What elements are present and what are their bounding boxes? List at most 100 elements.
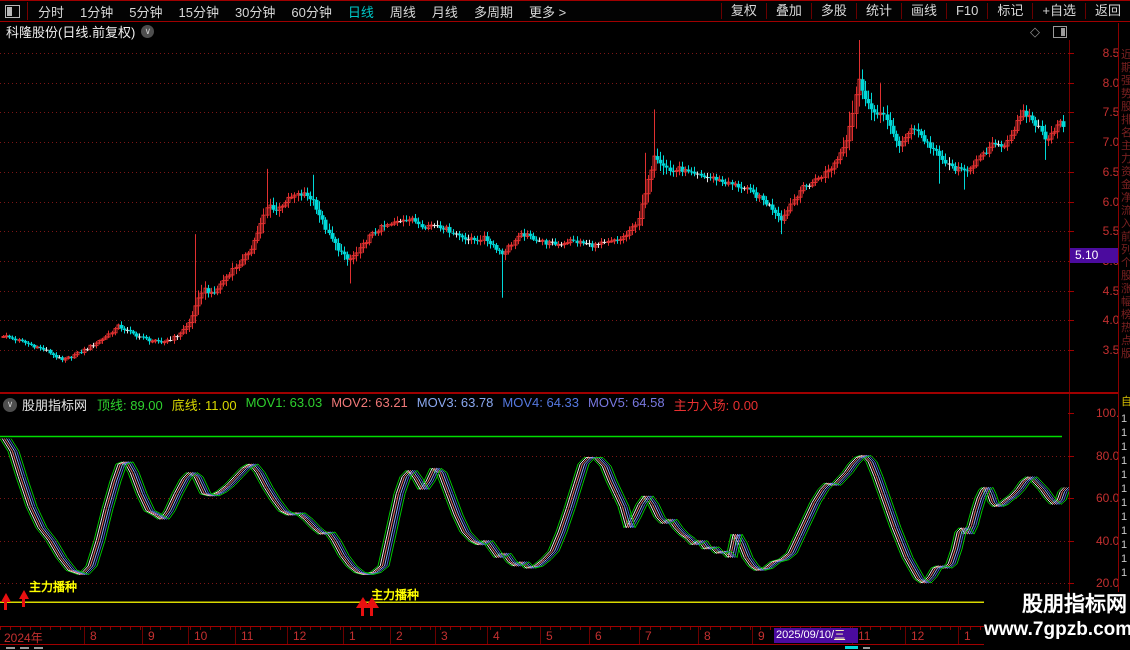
clipped-text-fragment: 涨 [1121,283,1130,295]
toolbar-item-分时[interactable]: 分时 [30,2,72,21]
month-label: 5 [546,629,553,643]
indicator-name: 股朋指标网 [22,398,88,413]
diamond-icon[interactable]: ◇ [1030,24,1040,40]
clipped-digit-fragment: 1 [1121,441,1128,453]
clipped-text-fragment: 股 [1121,101,1130,113]
clipped-digit-fragment: 1 [1121,511,1128,523]
indicator-param-MOV5: MOV5: 64.58 [588,395,665,410]
month-label: 8 [704,629,711,643]
window-panel-icon[interactable] [5,4,20,18]
month-label: 7 [645,629,652,643]
toolbar-item-更多 >[interactable]: 更多 > [521,2,574,21]
toolbar-item-15分钟[interactable]: 15分钟 [170,2,226,21]
toolbar-button-统计[interactable]: 统计 [855,3,901,19]
toolbar-button-画线[interactable]: 画线 [900,3,946,19]
toolbar-item-日线[interactable]: 日线 [340,2,382,21]
signal-label: 主力播种 [29,580,78,594]
clipped-text-fragment: 名 [1121,127,1130,139]
toolbar-button-复权[interactable]: 复权 [720,3,766,19]
toolbar-item-30分钟[interactable]: 30分钟 [227,2,283,21]
clipped-bottom-panel [0,645,1130,650]
chevron-down-icon[interactable] [141,25,155,38]
indicator-param-MOV3: MOV3: 63.78 [416,395,494,410]
month-separator [487,627,488,644]
month-separator [343,627,344,644]
month-separator [142,627,143,644]
watermark-url: www.7gpzb.com [984,619,1130,640]
watermark: 股朋指标网 www.7gpzb.com [984,592,1130,648]
clipped-digit-fragment: 1 [1121,553,1128,565]
time-axis: 2024年 8 9 10 11 12 1 2 3 4 5 6 7 8 9 11 12 1 2025/09/10/… [0,626,1069,645]
toolbar-button-多股[interactable]: 多股 [810,3,856,19]
signal-arrow-icon [365,597,379,608]
indicator-chart[interactable] [0,415,1069,626]
month-separator [435,627,436,644]
month-label: 4 [493,629,500,643]
watermark-site-name: 股朋指标网 [1022,593,1127,616]
indicator-chevron-icon[interactable] [3,397,17,412]
cursor-date: 2025/09/10/ [776,629,835,641]
toolbar-button-叠加[interactable]: 叠加 [765,3,811,19]
clipped-text-fragment: 列 [1121,244,1130,256]
clipped-digit-fragment: 1 [1121,483,1128,495]
clipped-text-fragment: 势 [1121,88,1130,100]
month-label: 9 [758,629,765,643]
clipped-text-fragment: 净 [1121,192,1130,204]
clipped-tab-fragment [845,646,858,649]
month-separator [540,627,541,644]
month-label: 2 [396,629,403,643]
toolbar-item-多周期[interactable]: 多周期 [466,2,521,21]
month-label: 3 [441,629,448,643]
candlestick-chart[interactable] [0,40,1069,392]
signal-arrow-stem [361,608,364,616]
toolbar-item-5分钟[interactable]: 5分钟 [121,2,170,21]
stock-title: 科隆股份(日线.前复权) [6,25,136,40]
indicator-param-顶线: 顶线: 89.00 [97,398,163,413]
clipped-digit-fragment: 1 [1121,469,1128,481]
clipped-text-fragment: 幅 [1121,296,1130,308]
month-label: 10 [194,629,208,643]
month-label: 9 [148,629,155,643]
toolbar-item-60分钟[interactable]: 60分钟 [283,2,339,21]
toolbar-button-+自选[interactable]: +自选 [1032,3,1085,19]
clipped-text-fragment: 点 [1121,335,1130,347]
cursor-weekday: 三 [834,629,846,641]
clipped-text-fragment: 期 [1121,62,1130,74]
period-toolbar: 分时 1分钟 5分钟 15分钟 30分钟 60分钟 日线 周线 月线 多周期 更多 > 复权 叠加 多股… [0,0,1130,22]
clipped-digit-fragment: 1 [1121,539,1128,551]
month-separator [390,627,391,644]
month-separator [639,627,640,644]
signal-arrow-stem [22,599,25,607]
clipped-text-fragment: 个 [1121,257,1130,269]
month-separator [958,627,959,644]
clipped-text-fragment: 入 [1121,218,1130,230]
toolbar-button-F10[interactable]: F10 [945,3,987,19]
toolbar-item-月线[interactable]: 月线 [424,2,466,21]
month-label: 12 [293,629,307,643]
clipped-text-fragment: 资 [1121,166,1130,178]
toolbar-button-返回[interactable]: 返回 [1084,3,1130,19]
panel-divider [0,392,1130,394]
chart-titlebar: 科隆股份(日线.前复权) ◇ [0,23,1130,40]
clipped-text-fragment: 自 [1121,396,1130,408]
clipped-text-fragment [863,647,870,649]
clipped-text-fragment: 热 [1121,322,1130,334]
month-separator [698,627,699,644]
cursor-date-tag: 2025/09/10/三 [774,628,858,643]
indicator-param-底线: 底线: 11.00 [171,398,237,413]
clipped-digit-fragment: 1 [1121,455,1128,467]
toolbar-button-标记[interactable]: 标记 [987,3,1032,19]
toolbar-item-1分钟[interactable]: 1分钟 [72,2,121,21]
clipped-text-fragment: 力 [1121,153,1130,165]
last-price-tag: 5.10 [1070,247,1123,263]
indicator-param-MOV4: MOV4: 64.33 [502,395,580,410]
month-label: 11 [241,629,254,643]
toolbar-item-周线[interactable]: 周线 [382,2,424,21]
trading-app-window: 分时 1分钟 5分钟 15分钟 30分钟 60分钟 日线 周线 月线 多周期 更多 > 复权 叠加 多股… [0,0,1130,650]
clipped-digit-fragment: 1 [1121,567,1128,579]
clipped-text-fragment: 流 [1121,205,1130,217]
month-label: 6 [595,629,602,643]
split-layout-icon[interactable] [1053,26,1067,38]
signal-arrow-stem [370,608,373,616]
clipped-text-fragment: 主 [1121,140,1130,152]
